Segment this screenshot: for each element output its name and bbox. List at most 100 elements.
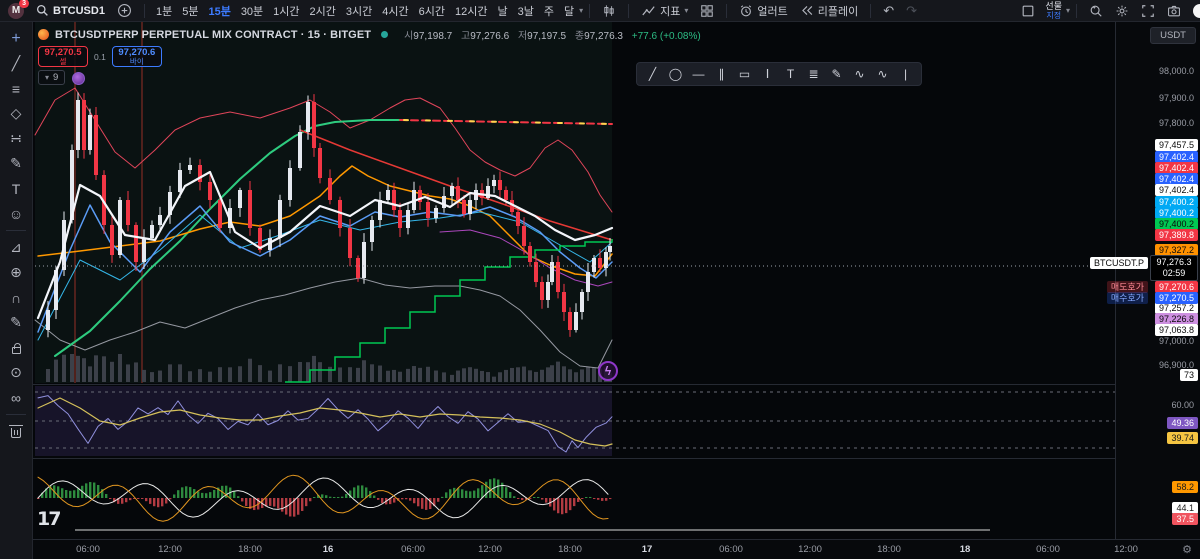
- interval-1분[interactable]: 1분: [151, 3, 177, 19]
- pane-separator[interactable]: [33, 458, 1200, 459]
- interval-12시간[interactable]: 12시간: [450, 3, 492, 19]
- chart-style-button[interactable]: [596, 0, 622, 21]
- interval-3날[interactable]: 3날: [513, 3, 539, 19]
- interval-30분[interactable]: 30분: [236, 3, 268, 19]
- horizontal-ray-icon[interactable]: —: [687, 64, 710, 84]
- interval-날[interactable]: 날: [492, 3, 512, 19]
- price-label: 73: [1180, 369, 1198, 381]
- fullscreen-button[interactable]: [1135, 0, 1161, 21]
- fib-retracement-icon[interactable]: ≣: [802, 64, 825, 84]
- parallel-channel-icon[interactable]: ∥: [710, 64, 733, 84]
- interval-15분[interactable]: 15분: [203, 3, 235, 19]
- buy-button[interactable]: 97,270.6 바이: [112, 46, 162, 67]
- currency-unit-button[interactable]: USDT: [1150, 27, 1196, 44]
- interval-주[interactable]: 주: [539, 3, 559, 19]
- candle-body: [158, 215, 162, 225]
- candle-body: [312, 102, 316, 148]
- magnet-icon[interactable]: ∩: [3, 285, 29, 310]
- text-tool-icon[interactable]: T: [3, 176, 29, 201]
- indicators-button[interactable]: 지표 ▾: [635, 0, 694, 21]
- oscillator-histogram-bar: [581, 498, 583, 499]
- crosshair-icon[interactable]: +: [3, 26, 29, 51]
- ellipse-icon[interactable]: ◯: [664, 64, 687, 84]
- candle-countdown-box[interactable]: ▾ 9: [38, 70, 65, 85]
- settings-button[interactable]: [1109, 0, 1135, 21]
- trash-icon[interactable]: [3, 419, 29, 444]
- publish-button[interactable]: [1193, 4, 1200, 18]
- templates-button[interactable]: [694, 0, 720, 21]
- hide-drawings-icon[interactable]: ⊙: [3, 360, 29, 385]
- tradingview-logo[interactable]: 17: [37, 508, 59, 530]
- ruler-icon[interactable]: ⊿: [3, 235, 29, 260]
- oscillator-histogram-bar: [557, 498, 559, 513]
- zoom-in-icon[interactable]: ⊕: [3, 260, 29, 285]
- chart-canvas[interactable]: [33, 22, 1115, 539]
- interval-6시간[interactable]: 6시간: [414, 3, 450, 19]
- oscillator-histogram-bar: [357, 485, 359, 498]
- layout-select-button[interactable]: [1015, 0, 1041, 21]
- interval-달[interactable]: 달: [559, 3, 579, 19]
- vertical-line-icon[interactable]: |: [894, 64, 917, 84]
- undo-button[interactable]: ↶: [877, 0, 900, 21]
- volume-bar: [218, 367, 222, 382]
- brush-icon[interactable]: ✎: [3, 151, 29, 176]
- oscillator-histogram-bar: [441, 497, 443, 498]
- fib-lines-icon[interactable]: ≡: [3, 76, 29, 101]
- pane-separator[interactable]: [33, 384, 1200, 385]
- quick-search-button[interactable]: [1083, 0, 1109, 21]
- indicators-label: 지표: [660, 3, 680, 19]
- oscillator-histogram-bar: [149, 498, 151, 504]
- quick-trade-lightning-icon[interactable]: ϟ: [598, 361, 618, 381]
- symbol-search-button[interactable]: BTCUSD1: [30, 0, 111, 21]
- oscillator-histogram-bar: [569, 498, 571, 510]
- oscillator-histogram-bar: [269, 498, 271, 506]
- link-icon[interactable]: ∞: [3, 385, 29, 410]
- replay-button[interactable]: 리플레이: [794, 0, 864, 21]
- compare-add-button[interactable]: [111, 0, 138, 21]
- trade-mode-button[interactable]: 선물 지정: [1041, 2, 1066, 20]
- chevron-down-icon[interactable]: ▾: [1066, 6, 1070, 15]
- interval-2시간[interactable]: 2시간: [305, 3, 341, 19]
- interval-4시간[interactable]: 4시간: [377, 3, 413, 19]
- lock-icon[interactable]: [3, 335, 29, 360]
- chevron-down-icon[interactable]: ▾: [579, 6, 583, 15]
- emoji-tool-icon[interactable]: ☺: [3, 201, 29, 226]
- plus-circle-icon: [117, 3, 132, 18]
- drawing-toolbar: +╱≡◇∺✎T☺⊿⊕∩✎⊙∞: [0, 22, 33, 559]
- price-range-icon[interactable]: Ⅰ: [756, 64, 779, 84]
- xabcd-pattern-icon[interactable]: ◇: [3, 101, 29, 126]
- interval-1시간[interactable]: 1시간: [268, 3, 304, 19]
- oscillator-histogram-bar: [165, 498, 167, 504]
- chart-title[interactable]: BTCUSDTPERP PERPETUAL MIX CONTRACT · 15 …: [55, 29, 371, 41]
- edit-lock-icon[interactable]: ✎: [3, 310, 29, 335]
- xabcd-pattern-icon[interactable]: ∿: [848, 64, 871, 84]
- volume-bar: [258, 365, 262, 382]
- snapshot-button[interactable]: [1161, 0, 1187, 21]
- candle-body: [238, 190, 242, 208]
- brush-icon[interactable]: ✎: [825, 64, 848, 84]
- alert-button[interactable]: 얼러트: [733, 0, 793, 21]
- oscillator-histogram-bar: [69, 491, 71, 498]
- rectangle-icon[interactable]: ▭: [733, 64, 756, 84]
- interval-5분[interactable]: 5분: [177, 3, 203, 19]
- price-axis[interactable]: USDT 98,000.097,900.097,800.097,000.096,…: [1115, 22, 1200, 539]
- current-price-label: 97,276.302:59: [1150, 255, 1198, 281]
- market-status-icon[interactable]: [381, 31, 388, 38]
- volume-bar: [76, 356, 80, 382]
- volume-bar: [188, 371, 192, 382]
- notification-badge: 3: [19, 0, 29, 8]
- axis-settings-gear-icon[interactable]: ⚙: [1182, 543, 1192, 556]
- redo-button[interactable]: ↷: [900, 0, 923, 21]
- oscillator-histogram-bar: [421, 498, 423, 509]
- volume-bar: [398, 372, 402, 382]
- text-tool-icon[interactable]: T: [779, 64, 802, 84]
- volume-bar: [110, 362, 114, 382]
- time-axis[interactable]: ⚙ 06:0012:0018:001606:0012:0018:001706:0…: [33, 539, 1200, 559]
- trend-line-icon[interactable]: ╱: [641, 64, 664, 84]
- user-avatar[interactable]: M 3: [8, 3, 24, 19]
- abcd-pattern-icon[interactable]: ∿: [871, 64, 894, 84]
- interval-3시간[interactable]: 3시간: [341, 3, 377, 19]
- sell-button[interactable]: 97,270.5 셀: [38, 46, 88, 67]
- trend-line-icon[interactable]: ╱: [3, 51, 29, 76]
- forecast-position-icon[interactable]: ∺: [3, 126, 29, 151]
